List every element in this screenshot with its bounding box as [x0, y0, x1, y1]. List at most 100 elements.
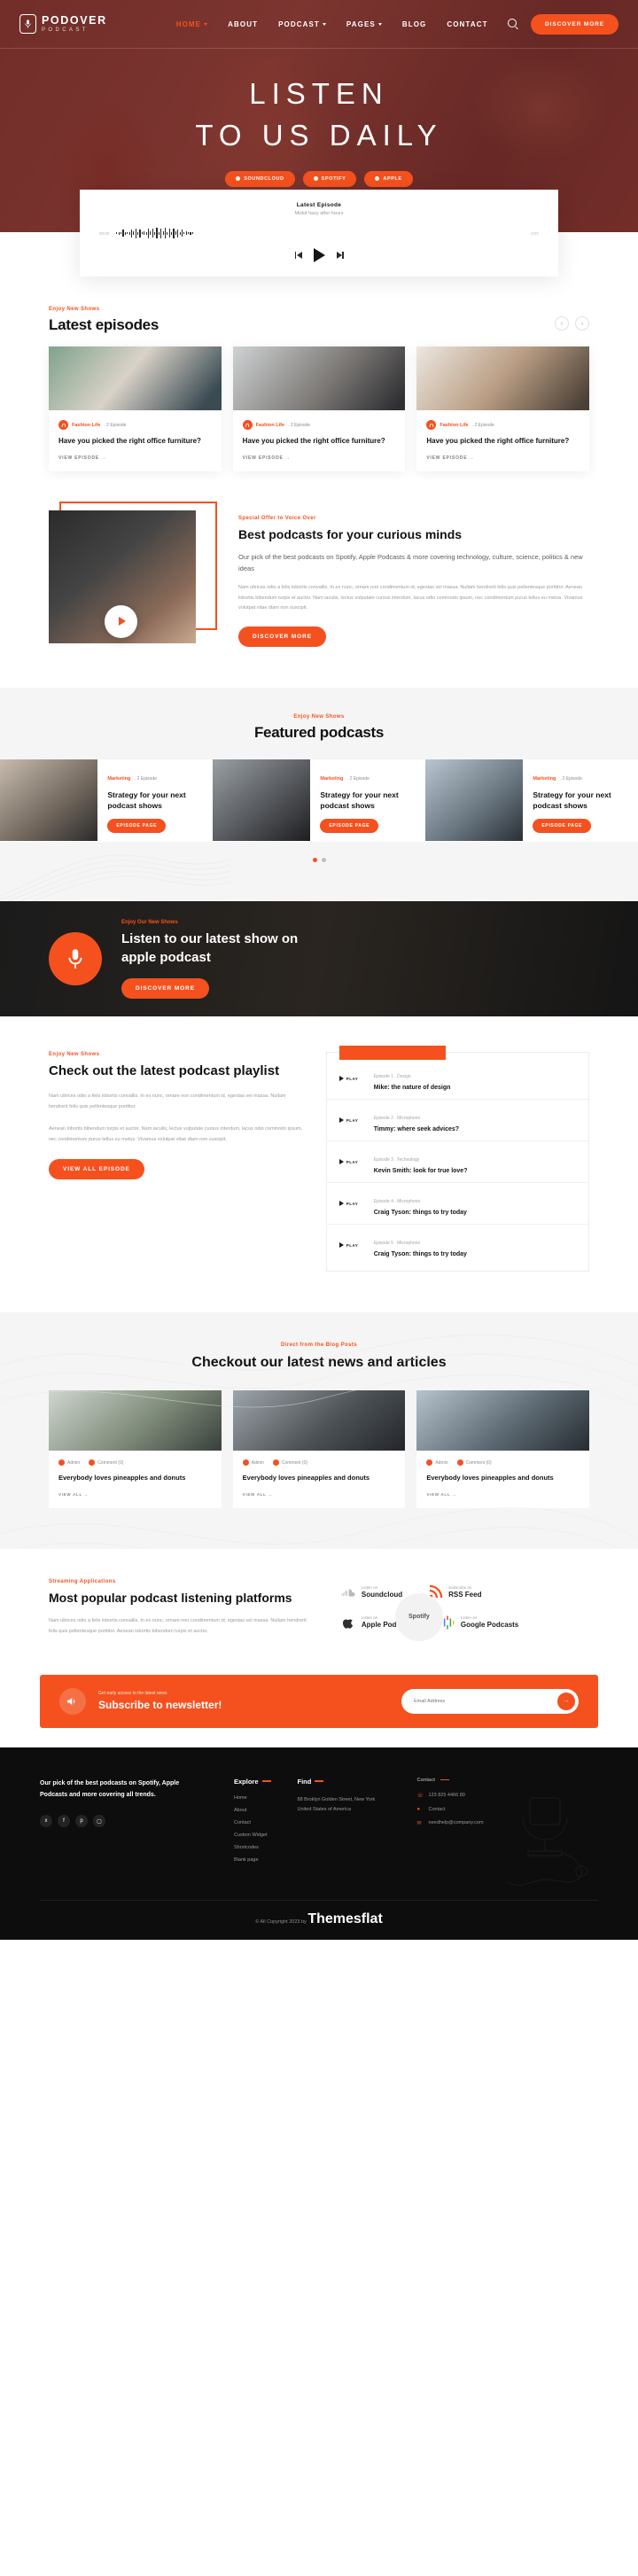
phone-icon: ☏	[416, 1793, 424, 1799]
episode-page-button[interactable]: EPISODE PAGE	[107, 819, 167, 834]
hero-title-line-2: TO US DAILY	[195, 118, 443, 152]
carousel-next-button[interactable]: ›	[575, 316, 589, 331]
nav-item-pages[interactable]: PAGES	[346, 20, 382, 28]
episode-category: Fashion Life	[440, 422, 469, 428]
news-section: Direct from the Blog Posts Checkout our …	[0, 1312, 638, 1549]
playlist-item[interactable]: PLAY Episode 5 . Microphone Craig Tyson: …	[327, 1225, 588, 1265]
episode-card[interactable]: Fashion Life . 2 Episode Have you picked…	[232, 346, 406, 471]
nav-item-home[interactable]: HOME	[176, 20, 208, 28]
newsletter-email-input[interactable]	[414, 1698, 557, 1704]
cta-eyebrow: Enjoy Our New Shows	[121, 919, 178, 925]
news-card[interactable]: Admin Comment (0) Everybody loves pineap…	[49, 1390, 222, 1508]
play-button[interactable]: PLAY	[338, 1117, 366, 1124]
featured-card[interactable]: Marketing . 2 Episode Strategy for your …	[0, 759, 213, 843]
twitter-icon[interactable]: x	[40, 1815, 52, 1828]
episode-page-button[interactable]: EPISODE PAGE	[533, 819, 592, 834]
badge-soundcloud[interactable]: SOUNDCLOUD	[225, 170, 295, 187]
news-card[interactable]: Admin Comment (0) Everybody loves pineap…	[416, 1390, 590, 1508]
microphone-icon	[49, 932, 102, 986]
playlist-item[interactable]: PLAY Episode 3 . Technology Kevin Smith: …	[326, 1141, 588, 1184]
play-button[interactable]: PLAY	[338, 1159, 366, 1165]
view-episode-link[interactable]: VIEW EPISODE →	[243, 455, 396, 461]
instagram-icon[interactable]: ▢	[93, 1815, 105, 1828]
play-icon	[338, 1117, 344, 1124]
player-current-time: 00:00	[99, 230, 110, 236]
nav-item-blog[interactable]: BLOG	[402, 20, 427, 28]
news-view-all-link[interactable]: VIEW ALL →	[58, 1492, 212, 1497]
site-logo[interactable]: PODOVER PODCAST	[19, 14, 107, 34]
headphones-icon	[58, 420, 68, 430]
episode-card[interactable]: Fashion Life . 2 Episode Have you picked…	[416, 346, 590, 471]
cta-title: Listen to our latest show on apple podca…	[121, 930, 299, 966]
footer-contact-link[interactable]: ● Contact	[417, 1807, 484, 1812]
footer-find-column: Find 88 Broklyn Golden Street, New York …	[298, 1778, 391, 1870]
news-comments: Comment (0)	[89, 1459, 123, 1467]
cta-discover-more-button[interactable]: DISCOVER MORE	[121, 977, 209, 999]
footer-phone[interactable]: ☏ 123 825 4466 80	[417, 1793, 484, 1799]
platforms-body: Nam ultrices odio a felis lobortis conva…	[49, 1618, 307, 1634]
footer-link-shortcodes[interactable]: Shortcodes	[234, 1845, 271, 1850]
carousel-dot-2[interactable]	[321, 858, 326, 863]
play-label: PLAY	[346, 1201, 359, 1206]
newsletter-submit-button[interactable]: →	[557, 1692, 575, 1710]
play-button[interactable]: PLAY	[338, 1201, 366, 1207]
facebook-icon[interactable]: f	[58, 1815, 70, 1828]
view-all-episode-button[interactable]: VIEW ALL EPISODE	[49, 1158, 144, 1179]
chevron-down-icon	[322, 22, 326, 26]
player-track[interactable]: 00:00 -3:07	[99, 226, 539, 240]
best-discover-more-button[interactable]: DISCOVER MORE	[238, 626, 326, 647]
footer-contact-title: Contact	[417, 1778, 484, 1783]
header-discover-more-button[interactable]: DISCOVER MORE	[531, 13, 619, 35]
latest-title: Latest episodes	[49, 316, 159, 333]
play-button[interactable]: PLAY	[338, 1076, 366, 1082]
play-button[interactable]: PLAY	[338, 1242, 366, 1249]
view-episode-link[interactable]: VIEW EPISODE →	[58, 455, 212, 461]
platforms-title: Most popular podcast listening platforms	[49, 1590, 292, 1605]
spotify-badge[interactable]: Spotify	[394, 1592, 443, 1641]
carousel-prev-button[interactable]: ‹	[555, 316, 569, 331]
footer-link-blank-page[interactable]: Blank page	[234, 1857, 271, 1863]
nav-item-contact[interactable]: CONTACT	[447, 20, 487, 28]
footer-about-text: Our pick of the best podcasts on Spotify…	[40, 1779, 180, 1798]
carousel-dot-1[interactable]	[312, 858, 317, 863]
playlist-item[interactable]: PLAY Episode 4 . Microphone Craig Tyson: …	[326, 1183, 588, 1226]
play-icon[interactable]	[313, 248, 325, 262]
next-track-icon[interactable]	[336, 252, 344, 259]
previous-track-icon[interactable]	[294, 252, 302, 259]
news-thumbnail	[49, 1390, 222, 1451]
footer-link-about[interactable]: About	[234, 1808, 271, 1813]
view-episode-link[interactable]: VIEW EPISODE →	[426, 455, 580, 461]
footer-link-custom-widget[interactable]: Custom Widget	[234, 1833, 271, 1838]
featured-card[interactable]: Marketing . 2 Episode Strategy for your …	[213, 759, 425, 843]
search-icon[interactable]	[508, 19, 518, 29]
footer-email[interactable]: ✉ needhelp@company.com	[417, 1820, 484, 1826]
news-author: Admin	[426, 1459, 448, 1467]
footer-link-contact[interactable]: Contact	[234, 1820, 271, 1825]
footer-link-home[interactable]: Home	[234, 1795, 271, 1801]
episode-page-button[interactable]: EPISODE PAGE	[320, 819, 379, 834]
news-view-all-link[interactable]: VIEW ALL →	[243, 1492, 396, 1497]
platform-soundcloud[interactable]: Listen on Soundcloud	[340, 1584, 402, 1600]
player-title: Latest Episode	[296, 202, 342, 208]
news-view-all-link[interactable]: VIEW ALL →	[426, 1492, 580, 1497]
badge-spotify[interactable]: SPOTIFY	[302, 170, 357, 187]
nav-item-podcast[interactable]: PODCAST	[278, 20, 326, 28]
featured-podcasts-section: Enjoy New Shows Featured podcasts Market…	[0, 687, 638, 902]
carousel-arrows: ‹ ›	[555, 316, 589, 331]
badge-apple[interactable]: APPLE	[364, 170, 413, 187]
play-icon	[118, 617, 126, 626]
waveform[interactable]	[116, 226, 522, 240]
featured-card[interactable]: Marketing . 2 Episode Strategy for your …	[425, 759, 638, 843]
platform-google[interactable]: Listen on Google Podcasts	[440, 1615, 518, 1630]
nav-item-about[interactable]: ABOUT	[228, 20, 258, 28]
playlist-item[interactable]: PLAY Episode 1 . Design Mike: the nature …	[326, 1058, 588, 1101]
platform-rss[interactable]: Subscribe on RSS Feed	[427, 1584, 481, 1600]
episode-card[interactable]: Fashion Life . 2 Episode Have you picked…	[49, 346, 222, 471]
news-card[interactable]: Admin Comment (0) Everybody loves pineap…	[232, 1390, 406, 1508]
streaming-platforms-section: Streaming Applications Most popular podc…	[0, 1549, 638, 1666]
playlist-paragraph-2: Aenean lobortis bibendum turpis et aucto…	[49, 1126, 303, 1142]
play-video-button[interactable]	[105, 604, 137, 638]
playlist-item[interactable]: PLAY Episode 2 . Microphone Timmy: where …	[326, 1100, 588, 1142]
pinterest-icon[interactable]: p	[75, 1815, 88, 1828]
episode-category: Fashion Life	[255, 422, 285, 428]
